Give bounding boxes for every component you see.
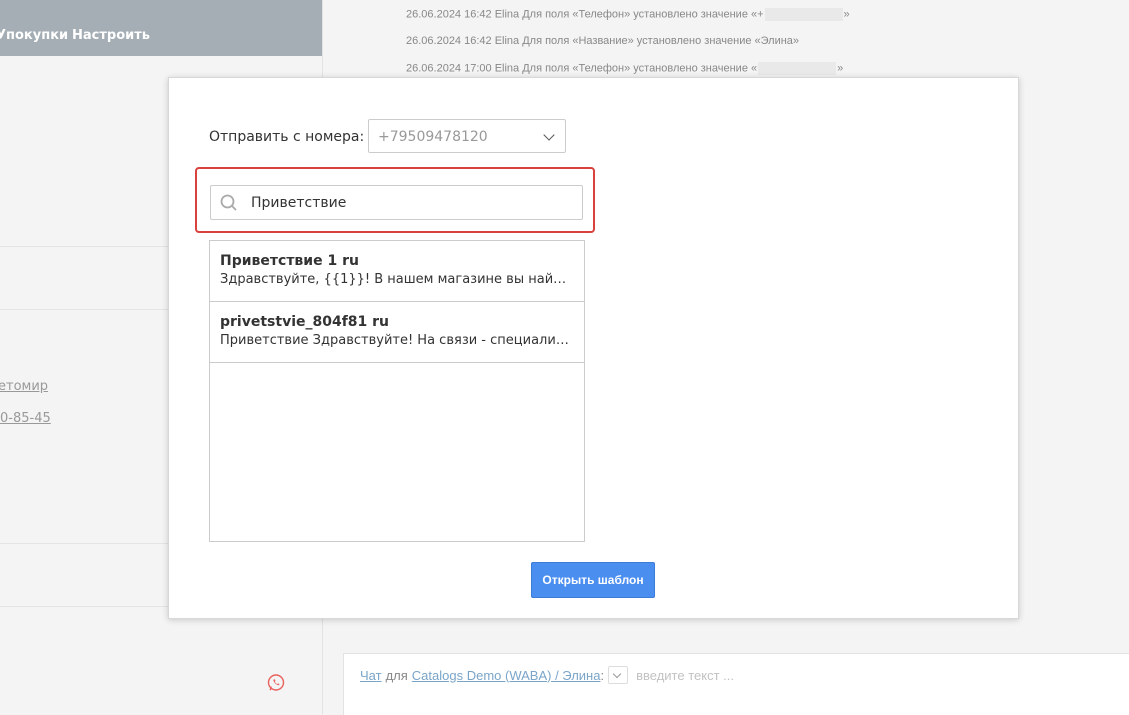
history-entry: 26.06.2024 16:42 Elina Для поля «Названи…: [406, 35, 800, 47]
send-from-label: Отправить с номера:: [209, 129, 365, 145]
template-results-list: Приветствие 1 ru Здравствуйте, {{1}}! В …: [209, 240, 585, 542]
contact-name-link[interactable]: етомир: [0, 379, 48, 394]
nav-link-purchases[interactable]: Упокупки: [0, 28, 68, 43]
chevron-down-icon: [543, 129, 555, 141]
template-preview: Здравствуйте, {{1}}! В нашем магазине вы…: [220, 272, 574, 287]
open-template-button[interactable]: Открыть шаблон: [531, 562, 655, 598]
channel-dropdown[interactable]: [608, 666, 629, 684]
contact-link[interactable]: Catalogs Demo (WABA) / Элина: [412, 668, 601, 683]
search-icon: [220, 194, 237, 211]
history-entry: 26.06.2024 17:00 Elina Для поля «Телефон…: [406, 62, 844, 75]
search-value: Приветствие: [251, 195, 347, 211]
chat-link[interactable]: Чат: [360, 668, 382, 683]
message-input[interactable]: введите текст ...: [636, 668, 734, 683]
template-title: Приветствие 1 ru: [220, 253, 359, 269]
template-result-item[interactable]: Приветствие 1 ru Здравствуйте, {{1}}! В …: [210, 241, 584, 302]
template-result-item[interactable]: privetstvie_804f81 ru Приветствие Здравс…: [210, 302, 584, 363]
nav-link-configure[interactable]: Настроить: [72, 28, 150, 43]
template-preview: Приветствие Здравствуйте! На связи - спе…: [220, 333, 574, 348]
masked-phone: [758, 62, 837, 75]
chat-composer-row: Чат для Catalogs Demo (WABA) / Элина: вв…: [360, 666, 734, 684]
masked-phone: [764, 8, 843, 21]
sender-number-value: +79509478120: [378, 129, 488, 145]
chat-composer-bar: Чат для Catalogs Demo (WABA) / Элина: вв…: [343, 653, 1129, 715]
top-nav-bar: Упокупки Настроить: [0, 0, 322, 56]
template-title: privetstvie_804f81 ru: [220, 314, 390, 330]
for-label: для: [385, 667, 408, 683]
colon-label: :: [600, 667, 605, 683]
contact-phone-link[interactable]: 0-85-45: [0, 411, 51, 426]
whatsapp-icon[interactable]: [266, 673, 286, 693]
sender-number-select[interactable]: +79509478120: [368, 119, 566, 153]
template-modal: Отправить с номера: +79509478120 Приветс…: [168, 77, 1019, 619]
history-entry: 26.06.2024 16:42 Elina Для поля «Телефон…: [406, 8, 850, 21]
template-search-input[interactable]: Приветствие: [210, 185, 583, 220]
